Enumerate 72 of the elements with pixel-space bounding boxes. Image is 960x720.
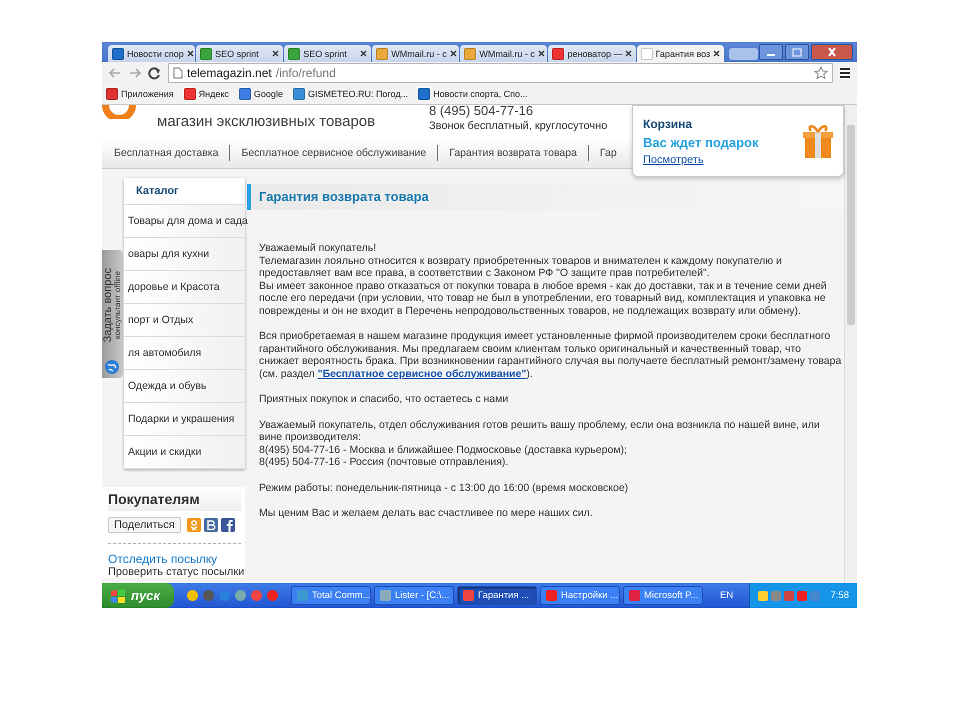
bookmark-link[interactable]: Яндекс bbox=[184, 88, 229, 100]
bookmark-link[interactable]: GISMETEO.RU: Погод... bbox=[292, 88, 408, 100]
minimize-icon[interactable] bbox=[759, 44, 783, 60]
quick-launch-icon[interactable] bbox=[187, 590, 198, 601]
bookmark-link[interactable]: Google bbox=[238, 88, 283, 100]
article-paragraph: Режим работы: понедельник-пятница - с 13:00 до 16:00 (время московское) bbox=[259, 482, 630, 494]
catalog-item[interactable]: Одежда и обувь bbox=[124, 370, 245, 403]
close-icon[interactable] bbox=[272, 50, 280, 57]
article-paragraph: Мы ценим Вас и желаем делать вас счастливее по мере наших сил. bbox=[259, 507, 594, 520]
browser-tab[interactable]: SEO sprint bbox=[196, 45, 284, 62]
bookmark-link[interactable]: Приложения bbox=[106, 88, 174, 100]
nav-link[interactable]: Гар bbox=[600, 147, 617, 159]
article-paragraph: Вся приобретаемая в нашем магазине продукция имеет установленные фирмой производителем сроки бесплатного гарантийного обслуживания. Мы предлагаем своим клиентам только оригинальный и качественный товар, что снижает вероятность брака. При возникновении гарантийного случая вы получаете бесплатный ремонт/замену товара (см. раздел "Бесплатное сервисное обслуживание"). bbox=[259, 330, 842, 380]
globe-icon bbox=[104, 359, 120, 375]
quick-launch-icon[interactable] bbox=[235, 590, 246, 601]
article-paragraph: Уважаемый покупатель! Телемагазин лояльно относится к возврату приобретенных товаров и внимателен к каждому покупателю и предоставляет вам все права, в соответствии с Законом РФ "О защите прав потребителей". Вы имеет законное право отказаться от покупки товара в любое время - как до доставки, так и в течение семи дней после его передачи (при условии, что товар не был в употреблении, его товарный вид, комплектация и упаковка не повреждены и он не входит в Перечень непродовольственных товаров, не подлежащих возврату или обмену). bbox=[259, 242, 828, 317]
article-paragraph: Приятных покупок и спасибо, что остаетесь с нами bbox=[259, 393, 510, 406]
close-icon[interactable] bbox=[450, 50, 457, 57]
catalog-item[interactable]: доровье и Красота bbox=[124, 271, 245, 304]
logo-tagline: магазин эксклюзивных товаров bbox=[157, 113, 376, 130]
address-field[interactable]: telemagazin.net /info/refund bbox=[168, 63, 833, 83]
article-link[interactable]: "Бесплатное сервисное обслуживание" bbox=[318, 368, 526, 380]
browser-tab[interactable]: WMmail.ru - с bbox=[372, 45, 460, 62]
browser-tab[interactable]: Гарантия воз bbox=[636, 45, 724, 62]
page-icon bbox=[173, 67, 183, 79]
browser-tab[interactable]: SEO sprint bbox=[284, 45, 372, 62]
social-icon[interactable] bbox=[220, 518, 235, 532]
windows-logo-icon bbox=[110, 588, 126, 602]
view-link[interactable]: Посмотреть bbox=[643, 154, 758, 166]
start-button[interactable]: пуск bbox=[102, 583, 174, 608]
close-icon[interactable] bbox=[186, 50, 194, 57]
taskbar-button[interactable]: Total Comm... bbox=[291, 586, 371, 605]
track-note: Проверить статус посылки bbox=[108, 566, 241, 578]
catalog-item[interactable]: Подарки и украшения bbox=[124, 403, 245, 436]
logo-icon bbox=[102, 105, 136, 119]
catalog-item[interactable]: Акции и скидки bbox=[124, 436, 245, 469]
taskbar-button[interactable]: Microsoft P... bbox=[623, 586, 703, 605]
article-paragraph: Уважаемый покупатель, отдел обслуживания готов решить вашу проблему, если она возникла по нашей вине, или вине производителя: 8(495) 504-77-16 - Москва и ближайшее Подмосковье (доставка курьером); 8(495) 504-77-16 - Россия (почтовые отправления). bbox=[259, 418, 821, 468]
restore-icon[interactable] bbox=[785, 44, 809, 60]
close-icon[interactable] bbox=[625, 50, 632, 57]
catalog-item[interactable]: ля автомобиля bbox=[124, 337, 245, 370]
browser-tab[interactable]: реноватор — bbox=[548, 45, 636, 62]
catalog-item[interactable]: овары для кухни bbox=[124, 238, 245, 271]
close-icon[interactable] bbox=[713, 50, 720, 57]
nav-link[interactable]: Гарантия возврата товара bbox=[449, 147, 577, 159]
browser-tab[interactable]: Новости спор bbox=[108, 45, 196, 62]
nav-link[interactable]: Бесплатная доставка bbox=[114, 147, 218, 159]
track-parcel-link[interactable]: Отследить посылку bbox=[108, 552, 241, 566]
close-icon[interactable] bbox=[811, 44, 853, 60]
social-icon[interactable] bbox=[204, 518, 218, 532]
nav-link[interactable]: Бесплатное сервисное обслуживание bbox=[241, 147, 426, 159]
menu-icon[interactable] bbox=[839, 67, 851, 79]
ask-question-widget[interactable]: Задать вопрос консультант offline bbox=[102, 250, 123, 378]
cart-title: Корзина bbox=[643, 116, 694, 130]
catalog-item[interactable]: порт и Отдых bbox=[124, 304, 245, 337]
navigation-icons[interactable] bbox=[108, 66, 162, 80]
scrollbar[interactable] bbox=[844, 105, 857, 583]
clock: 7:58 bbox=[830, 590, 849, 601]
gift-icon bbox=[803, 123, 833, 159]
star-icon[interactable] bbox=[814, 66, 828, 80]
close-icon[interactable] bbox=[360, 50, 368, 57]
taskbar-button[interactable]: Настройки ... bbox=[540, 586, 620, 605]
bookmark-link[interactable]: Новости спорта, Спо... bbox=[418, 88, 528, 100]
browser-tab[interactable]: WMmail.ru - с bbox=[460, 45, 548, 62]
share-button[interactable]: Поделиться bbox=[108, 517, 181, 533]
phone-note: Звонок бесплатный, круглосуточно bbox=[429, 120, 608, 132]
taskbar-button[interactable]: Гарантия ... bbox=[457, 586, 537, 605]
close-icon[interactable] bbox=[538, 50, 545, 57]
language-indicator[interactable]: EN bbox=[714, 590, 740, 601]
phone-number: 8 (495) 504-77-16 bbox=[429, 105, 534, 117]
gift-promo: Вас ждет подарок bbox=[643, 134, 758, 150]
taskbar-button[interactable]: Lister - [C:\... bbox=[374, 586, 454, 605]
